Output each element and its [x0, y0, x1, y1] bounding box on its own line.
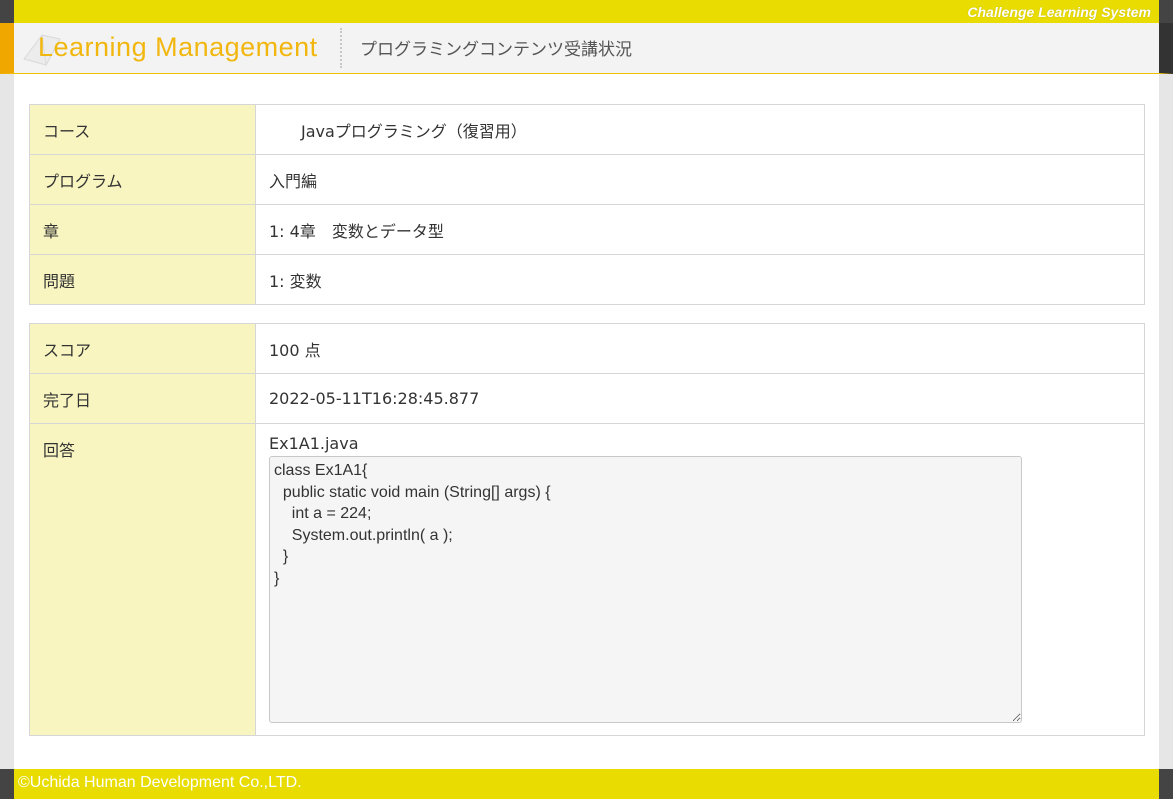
answer-filename: Ex1A1.java	[269, 434, 359, 453]
course-label: コース	[29, 104, 256, 155]
problem-value: 1: 変数	[255, 254, 1145, 305]
answer-cell: Ex1A1.java class Ex1A1{ public static vo…	[255, 423, 1145, 736]
header-divider	[340, 28, 342, 68]
completed-date-value: 2022-05-11T16:28:45.877	[255, 373, 1145, 424]
app-logo[interactable]: Learning Management	[38, 32, 318, 63]
footer: ©Uchida Human Development Co.,LTD.	[0, 769, 1173, 799]
table-row: スコア 100 点	[29, 323, 1145, 374]
page-title: プログラミングコンテンツ受講状況	[360, 40, 632, 60]
app-header: Learning Management プログラミングコンテンツ受講状況	[0, 23, 1173, 74]
copyright: ©Uchida Human Development Co.,LTD.	[18, 774, 302, 791]
table-row: プログラム 入門編	[29, 154, 1145, 205]
answer-label: 回答	[29, 423, 256, 736]
brand-name: Challenge Learning System	[967, 4, 1151, 20]
problem-label: 問題	[29, 254, 256, 305]
score-value: 100 点	[255, 323, 1145, 374]
table-row: 回答 Ex1A1.java class Ex1A1{ public static…	[29, 423, 1145, 736]
top-bar: Challenge Learning System	[0, 0, 1173, 23]
chapter-label: 章	[29, 204, 256, 255]
program-label: プログラム	[29, 154, 256, 205]
program-value: 入門編	[255, 154, 1145, 205]
result-table: スコア 100 点 完了日 2022-05-11T16:28:45.877 回答…	[29, 323, 1145, 736]
course-info-table: コース Javaプログラミング（復習用） プログラム 入門編 章 1: 4章 変…	[29, 104, 1145, 305]
score-label: スコア	[29, 323, 256, 374]
table-row: 問題 1: 変数	[29, 254, 1145, 305]
completed-date-label: 完了日	[29, 373, 256, 424]
course-value: Javaプログラミング（復習用）	[255, 104, 1145, 155]
table-row: 章 1: 4章 変数とデータ型	[29, 204, 1145, 255]
answer-code-textarea[interactable]: class Ex1A1{ public static void main (St…	[269, 456, 1022, 723]
table-row: 完了日 2022-05-11T16:28:45.877	[29, 373, 1145, 424]
chapter-value: 1: 4章 変数とデータ型	[255, 204, 1145, 255]
table-row: コース Javaプログラミング（復習用）	[29, 104, 1145, 155]
